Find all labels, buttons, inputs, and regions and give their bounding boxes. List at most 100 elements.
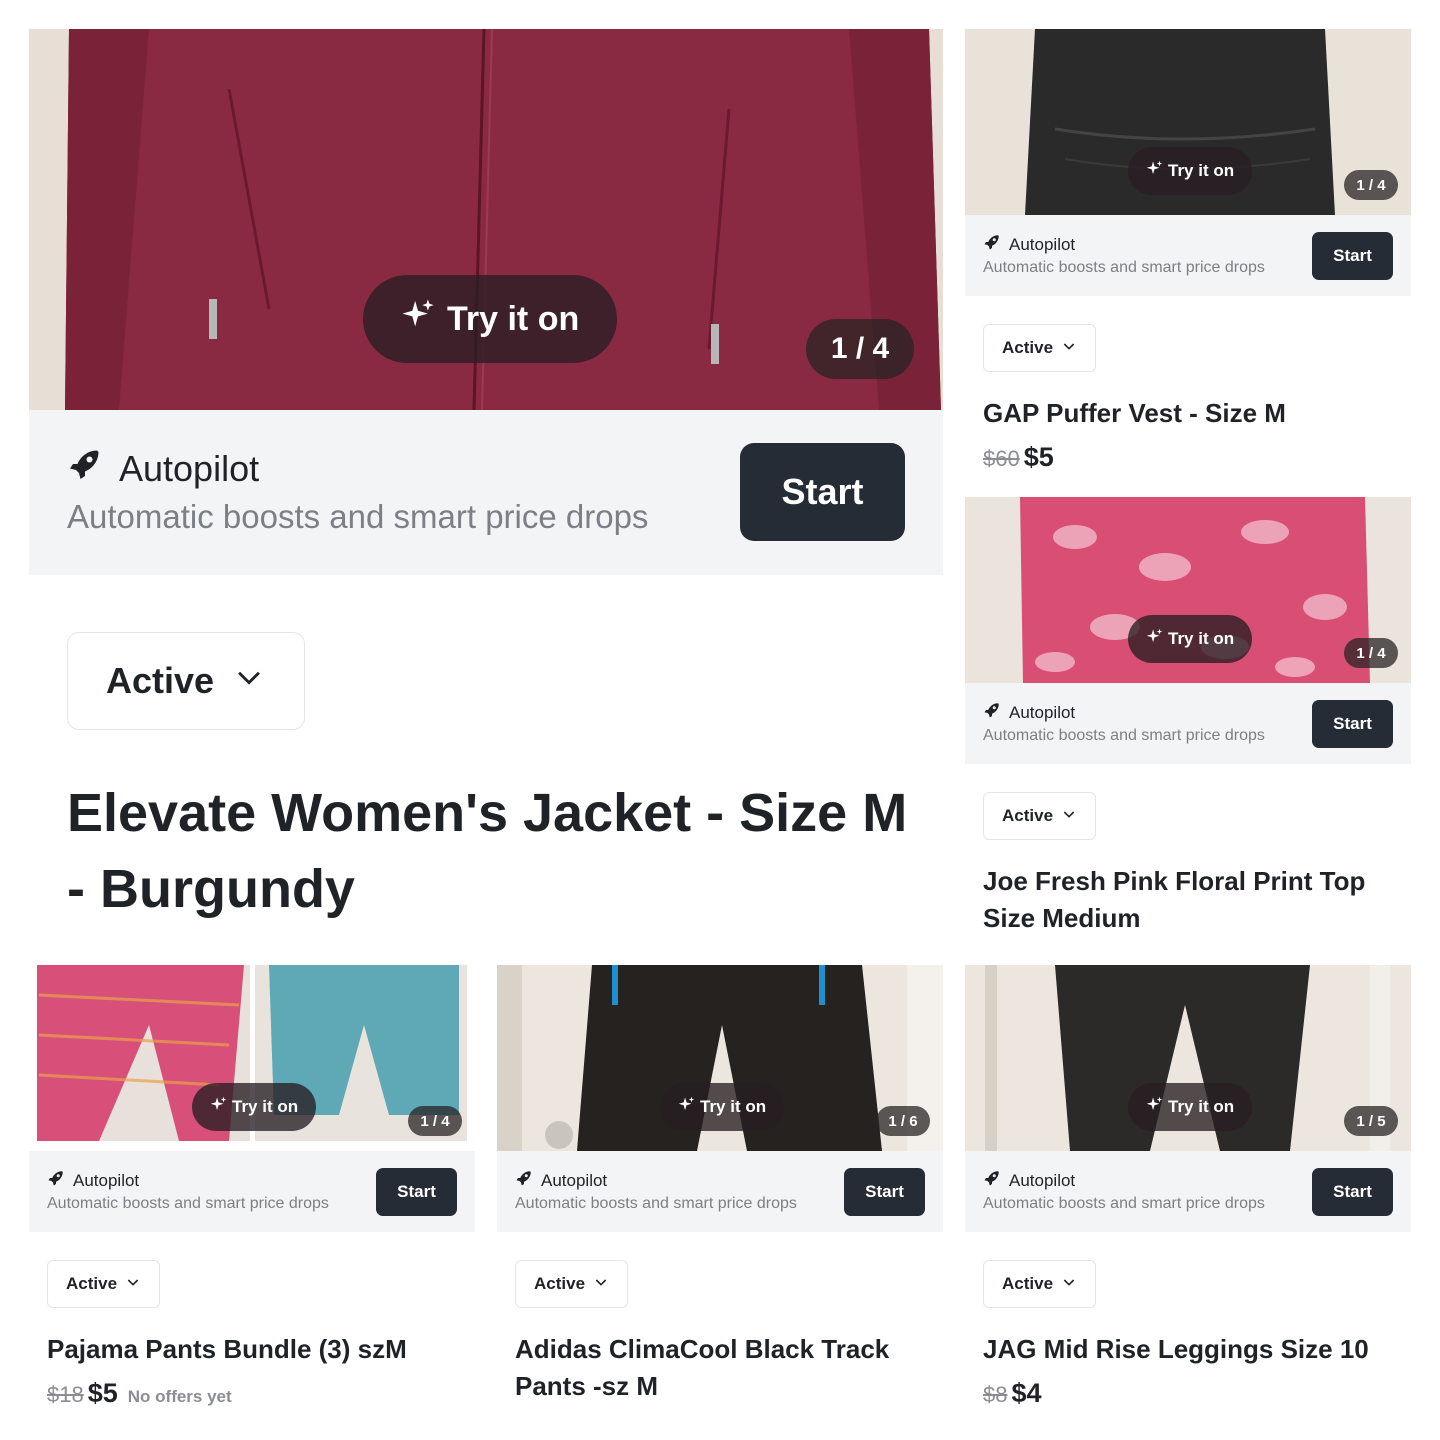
listing-photo-jag[interactable]: Try it on 1 / 5 (965, 965, 1411, 1151)
autopilot-start-button[interactable]: Start (1312, 232, 1393, 280)
try-it-on-button[interactable]: Try it on (660, 1083, 785, 1131)
listing-photo-jacket[interactable]: Try it on 1 / 4 (29, 29, 943, 410)
listing-card-top[interactable]: Try it on 1 / 4 Autopilot Automatic boos… (965, 497, 1411, 947)
try-it-on-label: Try it on (700, 1097, 767, 1116)
listing-card-vest[interactable]: Try it on 1 / 4 Autopilot Automatic boos… (965, 29, 1411, 489)
listing-card-jacket[interactable]: Try it on 1 / 4 Autopilot Automatic boos… (29, 29, 943, 929)
autopilot-title: Autopilot (73, 1170, 140, 1190)
autopilot-subtitle: Automatic boosts and smart price drops (983, 727, 1265, 744)
photo-counter: 1 / 5 (1344, 1106, 1398, 1136)
autopilot-heading: Autopilot (67, 446, 259, 491)
photo-counter: 1 / 4 (408, 1106, 462, 1136)
autopilot-start-button[interactable]: Start (1312, 700, 1393, 748)
status-dropdown[interactable]: Active (47, 1260, 161, 1308)
rocket-icon (47, 1169, 65, 1192)
autopilot-title: Autopilot (1009, 1170, 1076, 1190)
status-dropdown[interactable]: Active (983, 1260, 1097, 1308)
status-dropdown[interactable]: Active (983, 792, 1097, 840)
status-dropdown[interactable]: Active (515, 1260, 629, 1308)
autopilot-start-button[interactable]: Start (376, 1168, 457, 1216)
status-dropdown[interactable]: Active (67, 632, 306, 730)
original-price: $60 (983, 446, 1020, 471)
original-price: $18 (47, 1382, 84, 1407)
sparkle-icon (210, 1096, 227, 1118)
autopilot-heading: Autopilot (983, 701, 1075, 724)
original-price: $8 (983, 1382, 1008, 1407)
autopilot-bar: Autopilot Automatic boosts and smart pri… (29, 1151, 475, 1232)
autopilot-heading: Autopilot (515, 1169, 607, 1192)
sparkle-icon (1146, 1096, 1163, 1118)
listing-photo-top[interactable]: Try it on 1 / 4 (965, 497, 1411, 683)
try-it-on-label: Try it on (1168, 161, 1235, 180)
autopilot-bar: Autopilot Automatic boosts and smart pri… (29, 410, 943, 575)
listing-title[interactable]: Adidas ClimaCool Black Track Pants -sz M (515, 1331, 935, 1405)
autopilot-subtitle: Automatic boosts and smart price drops (983, 259, 1265, 276)
chevron-down-icon (232, 660, 266, 703)
listing-card-adidas[interactable]: Try it on 1 / 6 Autopilot Automatic boos… (497, 965, 943, 1425)
sparkle-icon (1146, 160, 1163, 182)
autopilot-bar: Autopilot Automatic boosts and smart pri… (965, 683, 1411, 764)
listing-photo-vest[interactable]: Try it on 1 / 4 (965, 29, 1411, 215)
try-it-on-button[interactable]: Try it on (363, 275, 618, 363)
chevron-down-icon (1061, 806, 1077, 827)
autopilot-start-button[interactable]: Start (1312, 1168, 1393, 1216)
try-it-on-label: Try it on (447, 299, 580, 338)
status-dropdown[interactable]: Active (983, 324, 1097, 372)
chevron-down-icon (125, 1274, 141, 1295)
autopilot-title: Autopilot (119, 447, 260, 489)
offers-status: No offers yet (127, 1387, 232, 1406)
listing-title[interactable]: Elevate Women's Jacket - Size M - Burgun… (67, 775, 927, 927)
price-row: $60 $5 (983, 442, 1054, 473)
autopilot-subtitle: Automatic boosts and smart price drops (47, 1195, 329, 1212)
autopilot-start-button[interactable]: Start (844, 1168, 925, 1216)
chevron-down-icon (1061, 338, 1077, 359)
try-it-on-label: Try it on (1168, 629, 1235, 648)
status-label: Active (534, 1274, 586, 1293)
current-price: $4 (1011, 1378, 1042, 1408)
sparkle-icon (1146, 628, 1163, 650)
listing-card-jag[interactable]: Try it on 1 / 5 Autopilot Automatic boos… (965, 965, 1411, 1425)
photo-counter: 1 / 6 (876, 1106, 930, 1136)
autopilot-title: Autopilot (1009, 702, 1076, 722)
listing-photo-adidas[interactable]: Try it on 1 / 6 (497, 965, 943, 1151)
listing-title[interactable]: JAG Mid Rise Leggings Size 10 (983, 1331, 1403, 1368)
status-label: Active (1002, 1274, 1054, 1293)
listing-photo-pajama[interactable]: Try it on 1 / 4 (29, 965, 475, 1151)
status-label: Active (66, 1274, 118, 1293)
rocket-icon (515, 1169, 533, 1192)
price-row: $18 $5 No offers yet (47, 1378, 232, 1409)
rocket-icon (67, 446, 103, 491)
autopilot-bar: Autopilot Automatic boosts and smart pri… (497, 1151, 943, 1232)
autopilot-heading: Autopilot (983, 233, 1075, 256)
sparkle-icon (401, 298, 435, 341)
autopilot-heading: Autopilot (47, 1169, 139, 1192)
rocket-icon (983, 233, 1001, 256)
autopilot-title: Autopilot (1009, 234, 1076, 254)
autopilot-subtitle: Automatic boosts and smart price drops (515, 1195, 797, 1212)
listing-title[interactable]: Pajama Pants Bundle (3) szM (47, 1331, 467, 1368)
autopilot-subtitle: Automatic boosts and smart price drops (983, 1195, 1265, 1212)
autopilot-bar: Autopilot Automatic boosts and smart pri… (965, 1151, 1411, 1232)
status-label: Active (1002, 806, 1054, 825)
status-label: Active (1002, 338, 1054, 357)
listing-card-pajama[interactable]: Try it on 1 / 4 Autopilot Automatic boos… (29, 965, 475, 1425)
photo-counter: 1 / 4 (806, 319, 914, 379)
current-price: $5 (87, 1378, 118, 1408)
try-it-on-button[interactable]: Try it on (192, 1083, 317, 1131)
autopilot-start-button[interactable]: Start (740, 443, 905, 541)
status-label: Active (106, 660, 215, 701)
listing-title[interactable]: GAP Puffer Vest - Size M (983, 395, 1403, 432)
current-price: $5 (1023, 442, 1054, 472)
autopilot-subtitle: Automatic boosts and smart price drops (67, 498, 649, 535)
rocket-icon (983, 701, 1001, 724)
autopilot-title: Autopilot (541, 1170, 608, 1190)
chevron-down-icon (593, 1274, 609, 1295)
try-it-on-button[interactable]: Try it on (1128, 615, 1253, 663)
try-it-on-label: Try it on (1168, 1097, 1235, 1116)
try-it-on-button[interactable]: Try it on (1128, 1083, 1253, 1131)
chevron-down-icon (1061, 1274, 1077, 1295)
listing-title[interactable]: Joe Fresh Pink Floral Print Top Size Med… (983, 863, 1403, 937)
try-it-on-button[interactable]: Try it on (1128, 147, 1253, 195)
photo-counter: 1 / 4 (1344, 170, 1398, 200)
rocket-icon (983, 1169, 1001, 1192)
